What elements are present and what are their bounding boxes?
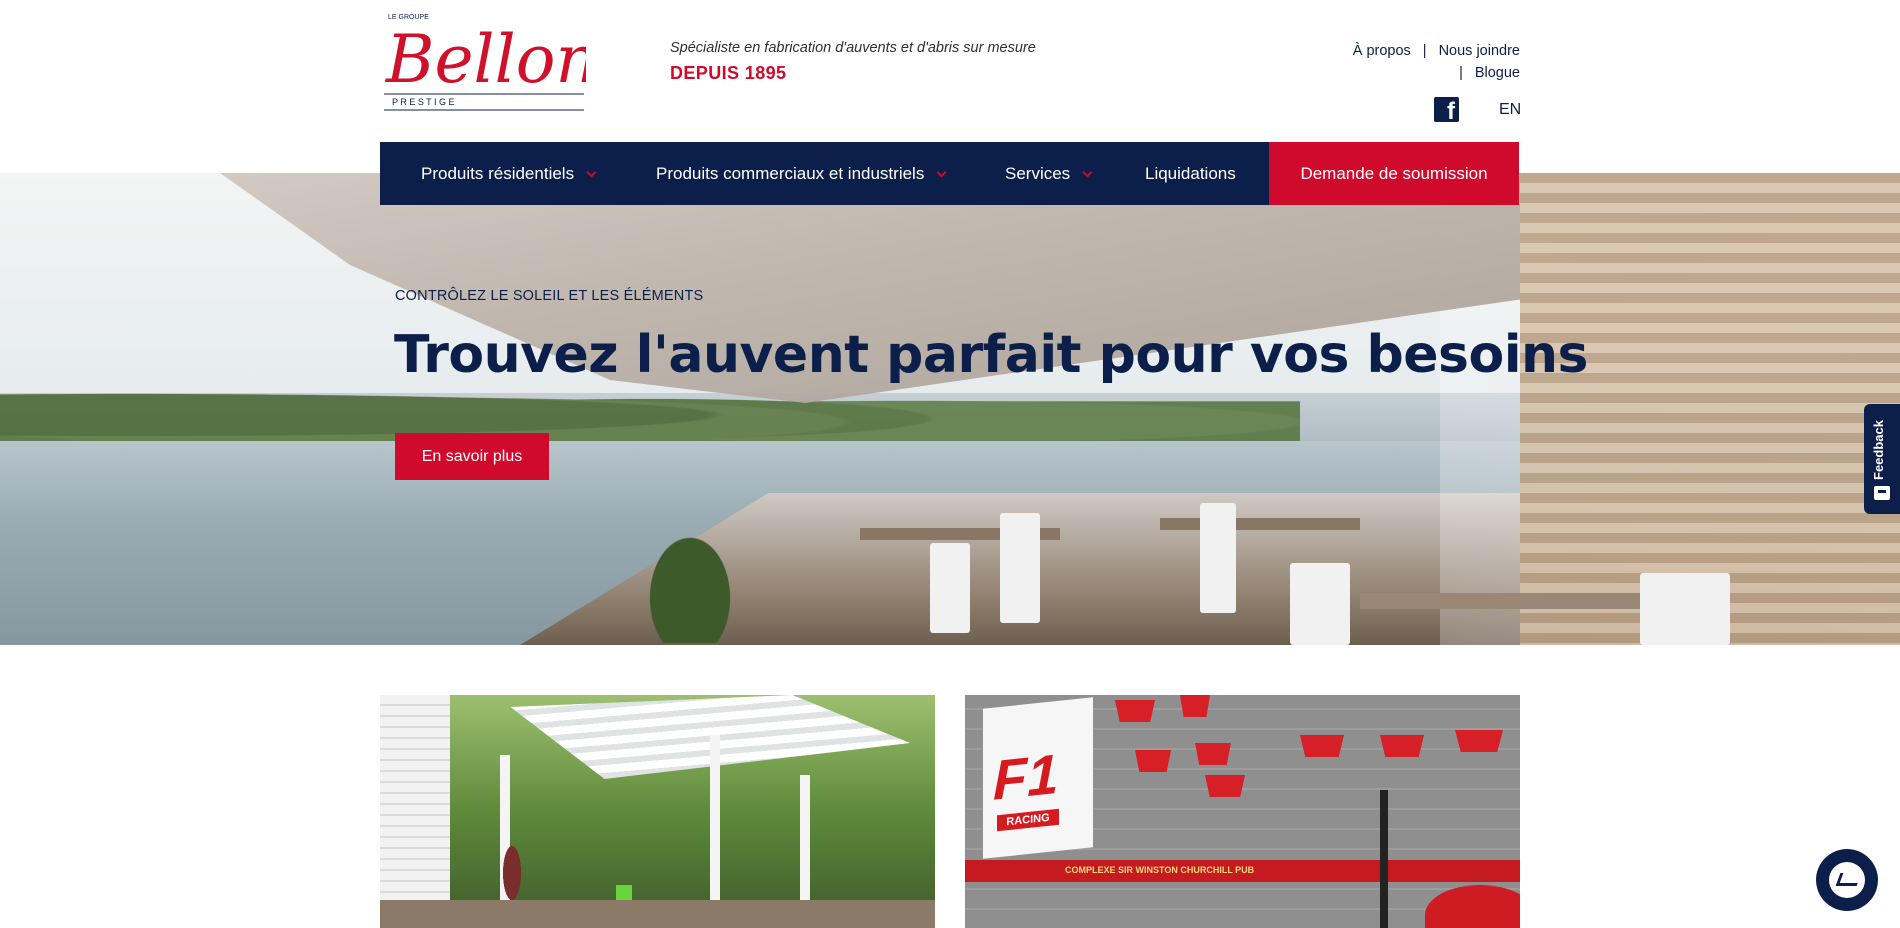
blog-link[interactable]: Blogue <box>1475 65 1520 81</box>
bellon-logo-graphic: LE GROUPE Bellon P R E S T I G E <box>384 14 586 111</box>
learn-more-button[interactable]: En savoir plus <box>395 433 549 480</box>
nav-item-label: Services <box>1005 163 1071 183</box>
hero-title: Trouvez l'auvent parfait pour vos besoin… <box>394 325 1588 385</box>
nav-services[interactable]: Services <box>1005 142 1093 205</box>
logo-brand-text: Bellon <box>385 21 586 98</box>
logo-small-text: LE GROUPE <box>388 14 429 21</box>
window-awning <box>1135 750 1171 772</box>
window-awning <box>1195 743 1231 765</box>
messenger-bubble-icon <box>1829 862 1865 898</box>
nav-item-label: Produits résidentiels <box>421 163 575 183</box>
nav-residential-products[interactable]: Produits résidentiels <box>421 142 597 205</box>
f1-sign-text: F1 <box>993 741 1059 812</box>
since-text: DEPUIS 1895 <box>670 63 787 83</box>
commercial-card-image[interactable]: F1 RACING COMPLEXE SIR WINSTON CHURCHILL… <box>965 695 1520 928</box>
chevron-down-icon <box>586 167 597 177</box>
page: LE GROUPE Bellon P R E S T I G E Spécial… <box>0 0 1900 928</box>
chevron-down-icon <box>1082 167 1093 177</box>
contact-link[interactable]: Nous joindre <box>1439 43 1520 59</box>
house-siding <box>380 695 450 928</box>
plant-pot <box>616 885 632 901</box>
window-awning <box>1455 730 1503 752</box>
racing-sign-text: RACING <box>997 808 1059 832</box>
window-awning <box>1115 700 1155 722</box>
about-link[interactable]: À propos <box>1353 43 1411 59</box>
street-lamp <box>1380 790 1388 928</box>
nav-commercial-products[interactable]: Produits commerciaux et industriels <box>656 142 947 205</box>
hero-chair <box>1640 573 1730 645</box>
link-separator: | <box>1422 43 1427 59</box>
nav-item-label: Produits commerciaux et industriels <box>656 163 925 183</box>
nav-item-label: Liquidations <box>1145 163 1236 183</box>
feedback-tab[interactable]: Feedback <box>1864 404 1900 514</box>
feedback-icon <box>1874 486 1890 500</box>
window-awning <box>1180 695 1210 717</box>
f1-racing-sign: F1 RACING <box>983 697 1093 859</box>
tagline: Spécialiste en fabrication d'auvents et … <box>670 40 1036 56</box>
nav-liquidations[interactable]: Liquidations <box>1145 142 1236 205</box>
link-separator: | <box>1459 65 1463 81</box>
feedback-label: Feedback <box>1871 420 1886 480</box>
window-awning <box>1300 735 1344 757</box>
pergola-roof <box>510 695 910 779</box>
facebook-glyph: f <box>1447 98 1455 125</box>
hero-chair <box>1290 563 1350 645</box>
bellon-logo[interactable]: LE GROUPE Bellon P R E S T I G E <box>380 10 586 112</box>
hero-chair <box>930 543 970 633</box>
top-links: À propos | Nous joindre | Blogue <box>1353 40 1520 84</box>
deck <box>380 900 935 928</box>
residential-card-image[interactable] <box>380 695 935 928</box>
messenger-icon[interactable] <box>1816 849 1878 911</box>
language-switch[interactable]: EN <box>1499 101 1521 119</box>
hero-palm <box>620 493 760 643</box>
hero-chair <box>1200 503 1236 613</box>
hero-banner <box>0 173 1900 645</box>
quote-request-button[interactable]: Demande de soumission <box>1269 142 1519 205</box>
facebook-icon[interactable]: f <box>1434 97 1459 125</box>
chevron-down-icon <box>936 167 947 177</box>
window-awning <box>1205 775 1245 797</box>
main-nav: Produits résidentiels Produits commercia… <box>380 142 1519 205</box>
hero-chair <box>1000 513 1040 623</box>
hero-table <box>1160 518 1360 530</box>
pub-awning-text: COMPLEXE SIR WINSTON CHURCHILL PUB <box>1065 865 1255 875</box>
hero-eyebrow: CONTRÔLEZ LE SOLEIL ET LES ÉLÉMENTS <box>395 288 704 304</box>
window-awning <box>1380 735 1424 757</box>
logo-sub-text: P R E S T I G E <box>392 97 455 107</box>
